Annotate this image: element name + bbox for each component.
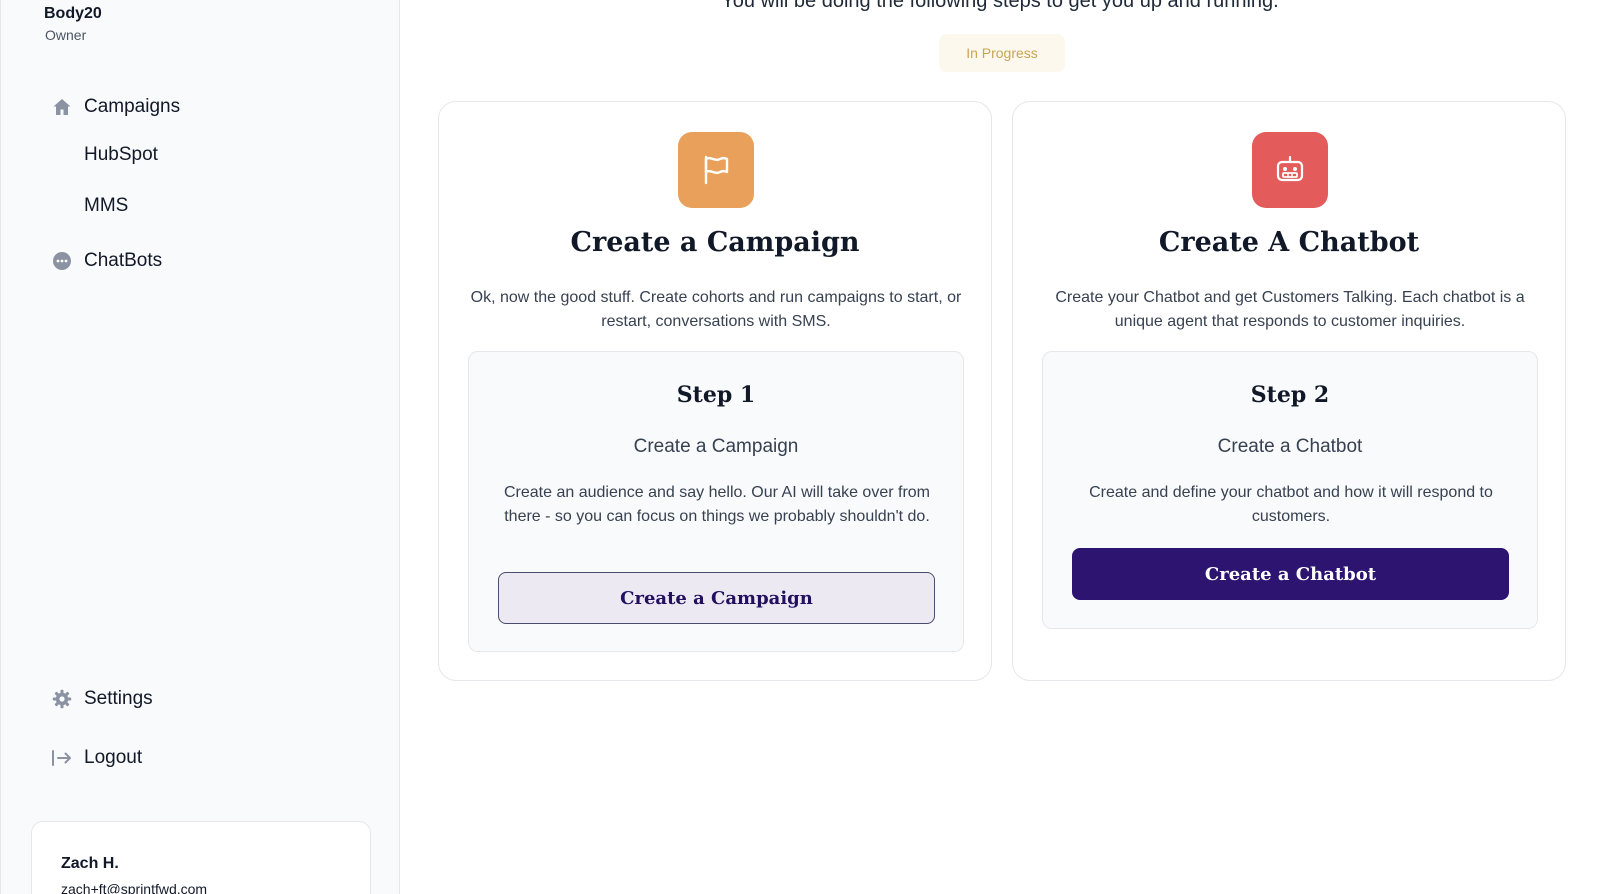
- card-title: Create A Chatbot: [1158, 227, 1420, 258]
- user-name: Zach H.: [61, 855, 119, 872]
- chatbot-card: Create A Chatbot Create your Chatbot and…: [1012, 101, 1566, 681]
- step-description: Create an audience and say hello. Our AI…: [504, 484, 930, 525]
- home-icon: [51, 96, 73, 118]
- user-email: zach+ft@sprintfwd.com: [61, 881, 208, 894]
- step-title: Step 1: [676, 382, 756, 408]
- step-box: Step 1 Create a Campaign Create an audie…: [468, 351, 964, 652]
- step-title: Step 2: [1250, 382, 1330, 408]
- sidebar-item-label: ChatBots: [84, 250, 163, 271]
- sidebar-item-label: Campaigns: [84, 96, 181, 117]
- step-subtitle: Create a Chatbot: [1217, 436, 1363, 457]
- step-box: Step 2 Create a Chatbot Create and defin…: [1042, 351, 1538, 629]
- sidebar-item-label: Settings: [84, 688, 153, 709]
- sidebar-item-chatbots[interactable]: ChatBots: [51, 250, 162, 272]
- sidebar-item-mms[interactable]: MMS: [84, 195, 128, 217]
- sidebar-item-label: Logout: [84, 747, 143, 768]
- logout-icon: [51, 747, 73, 769]
- org-name: Body20: [44, 5, 102, 22]
- sidebar-item-logout[interactable]: Logout: [51, 747, 142, 769]
- card-title: Create a Campaign: [570, 227, 860, 258]
- sidebar-item-hubspot[interactable]: HubSpot: [84, 144, 158, 166]
- user-card[interactable]: Zach H. zach+ft@sprintfwd.com: [31, 821, 371, 894]
- intro-text: You will be doing the following steps to…: [721, 0, 1279, 12]
- step-subtitle: Create a Campaign: [633, 436, 799, 457]
- card-description: Ok, now the good stuff. Create cohorts a…: [470, 289, 962, 330]
- org-role: Owner: [45, 27, 87, 43]
- status-badge: In Progress: [939, 34, 1065, 72]
- card-description: Create your Chatbot and get Customers Ta…: [1055, 289, 1525, 330]
- step-description: Create and define your chatbot and how i…: [1089, 484, 1493, 525]
- robot-icon: [1252, 132, 1328, 208]
- chat-bubble-icon: [51, 250, 73, 272]
- gear-icon: [51, 688, 73, 710]
- create-campaign-button[interactable]: Create a Campaign: [498, 572, 935, 624]
- flag-icon: [678, 132, 754, 208]
- sidebar-item-settings[interactable]: Settings: [51, 688, 153, 710]
- campaign-card: Create a Campaign Ok, now the good stuff…: [438, 101, 992, 681]
- create-chatbot-button[interactable]: Create a Chatbot: [1072, 548, 1509, 600]
- sidebar: Body20 Owner Campaigns HubSpot MMS ChatB…: [0, 0, 400, 894]
- main-content: You will be doing the following steps to…: [400, 0, 1600, 894]
- sidebar-item-campaigns[interactable]: Campaigns: [51, 96, 180, 118]
